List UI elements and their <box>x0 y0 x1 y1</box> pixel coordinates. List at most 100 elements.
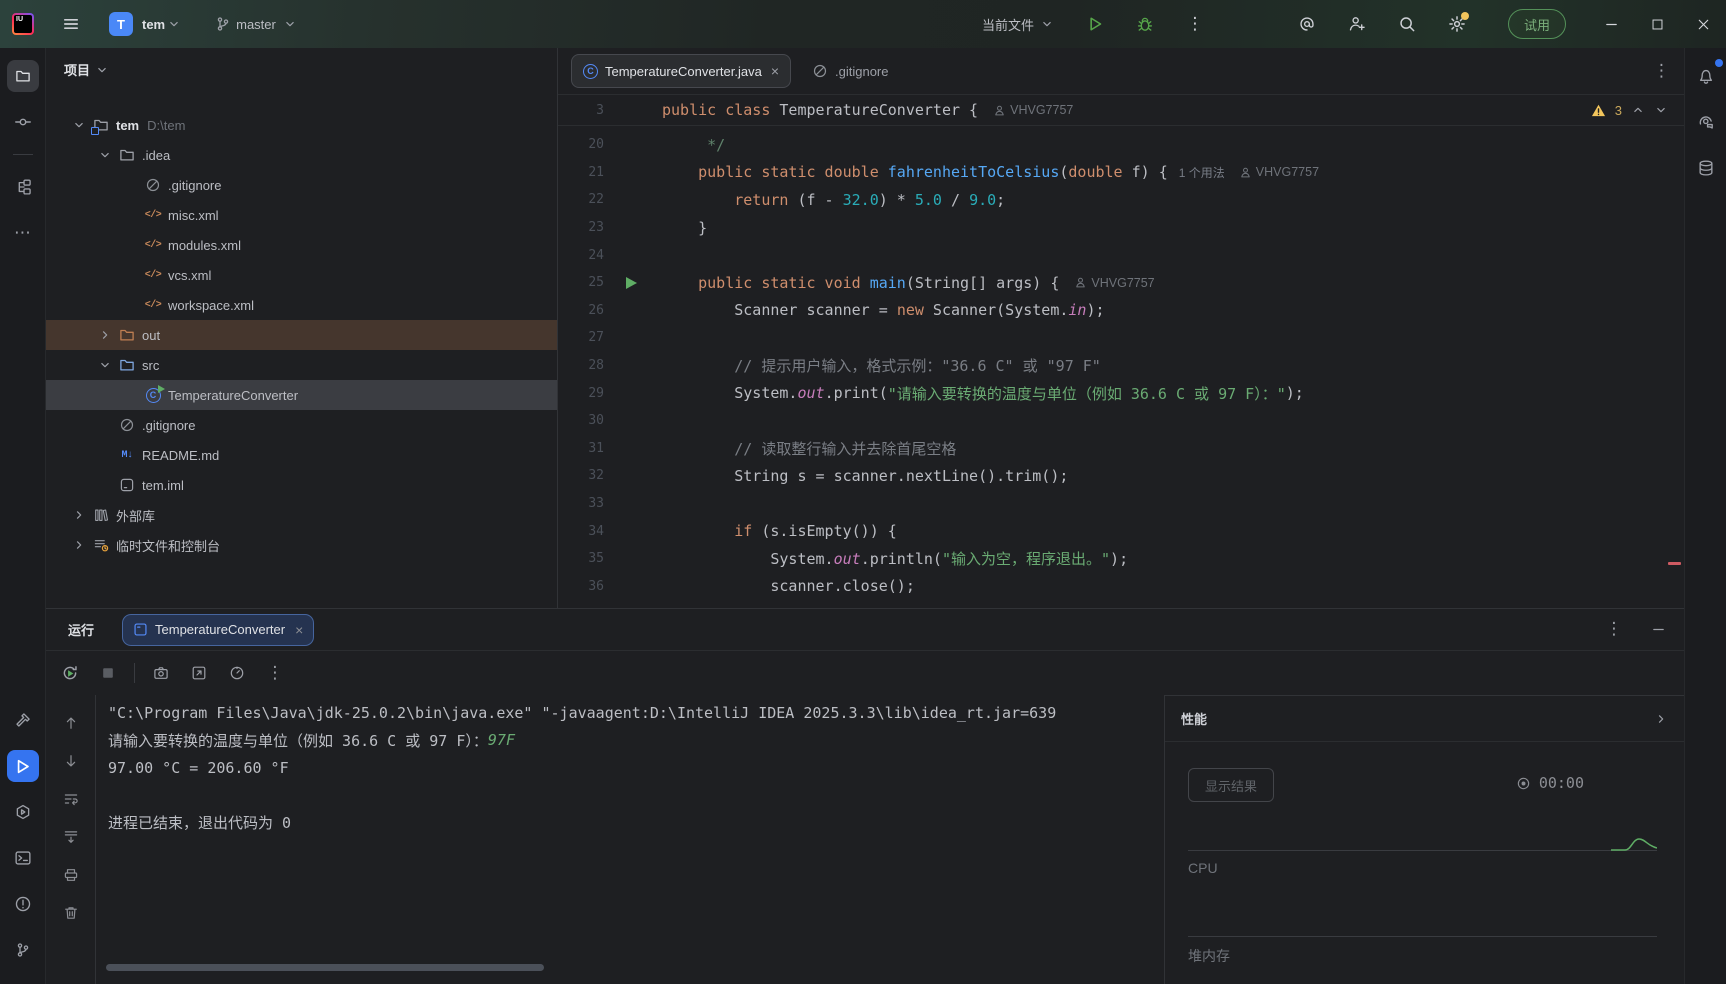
sticky-header-line[interactable]: 3 public class TemperatureConverter { VH… <box>558 95 1684 126</box>
minimize-button[interactable] <box>1596 9 1626 39</box>
line-number[interactable]: 25 <box>558 275 616 290</box>
run-tab-close-icon[interactable]: × <box>295 622 303 638</box>
chevron-down-icon[interactable] <box>94 144 116 166</box>
chevron-down-icon[interactable] <box>94 354 116 376</box>
warning-icon[interactable] <box>1591 103 1606 118</box>
code-line-25[interactable]: 25 public static void main(String[] args… <box>558 269 1684 297</box>
code-line-24[interactable]: 24 <box>558 241 1684 269</box>
show-results-button[interactable]: 显示结果 <box>1188 768 1274 802</box>
tree-item-modules-xml[interactable]: </>modules.xml <box>46 230 557 260</box>
build-tool-button[interactable] <box>7 704 39 736</box>
branch-widget[interactable]: master <box>215 16 297 32</box>
ai-assistant-button[interactable] <box>1294 11 1320 37</box>
more-button[interactable]: ⋮ <box>1602 618 1626 642</box>
code-line-27[interactable]: 27 <box>558 324 1684 352</box>
run-configuration-select[interactable]: 当前文件 <box>982 15 1054 34</box>
line-number[interactable]: 35 <box>558 551 616 566</box>
next-occurrence-button[interactable] <box>59 749 83 773</box>
main-menu-button[interactable] <box>58 11 84 37</box>
author-annotation[interactable]: VHVG7757 <box>1239 165 1319 179</box>
prev-problem-button[interactable] <box>1631 103 1645 117</box>
close-button[interactable] <box>1688 9 1718 39</box>
open-in-editor-button[interactable] <box>187 661 211 685</box>
code-text[interactable]: public static void main(String[] args) {… <box>646 274 1155 292</box>
code-line-26[interactable]: 26 Scanner scanner = new Scanner(System.… <box>558 297 1684 325</box>
performance-panel-header[interactable]: 性能 <box>1165 696 1684 742</box>
author-annotation[interactable]: VHVG7757 <box>1074 276 1154 290</box>
code-text[interactable]: if (s.isEmpty()) { <box>646 522 897 540</box>
tree-item--idea[interactable]: .idea <box>46 140 557 170</box>
project-name[interactable]: tem <box>142 17 165 32</box>
run-console[interactable]: "C:\Program Files\Java\jdk-25.0.2\bin\ja… <box>108 699 1148 974</box>
rerun-button[interactable] <box>58 661 82 685</box>
line-number[interactable]: 27 <box>558 330 616 345</box>
code-line-35[interactable]: 35 System.out.println("输入为空，程序退出。"); <box>558 545 1684 573</box>
code-line-21[interactable]: 21 public static double fahrenheitToCels… <box>558 159 1684 187</box>
more-tools-button[interactable]: ⋯ <box>7 217 39 249</box>
line-number[interactable]: 34 <box>558 524 616 539</box>
hide-button[interactable] <box>1646 618 1670 642</box>
tab-close-icon[interactable]: × <box>771 63 779 79</box>
timer-button[interactable] <box>225 661 249 685</box>
performance-expand-icon[interactable] <box>1654 712 1668 726</box>
code-text[interactable]: */ <box>646 136 725 154</box>
project-avatar[interactable]: T <box>108 11 134 37</box>
tab-temperatureconverter-java[interactable]: C TemperatureConverter.java × <box>571 54 791 88</box>
problems-tool-button[interactable] <box>7 888 39 920</box>
tree-item--[interactable]: 临时文件和控制台 <box>46 530 557 560</box>
code-with-me-button[interactable] <box>1344 11 1370 37</box>
line-number[interactable]: 24 <box>558 248 616 263</box>
code-text[interactable]: System.out.println("输入为空，程序退出。"); <box>646 548 1128 569</box>
code-text[interactable]: String s = scanner.nextLine().trim(); <box>646 467 1068 485</box>
database-button[interactable] <box>1690 152 1722 184</box>
error-stripe-mark[interactable] <box>1668 562 1681 565</box>
code-text[interactable]: return (f - 32.0) * 5.0 / 9.0; <box>646 191 1005 209</box>
print-button[interactable] <box>59 863 83 887</box>
chevron-right-icon[interactable] <box>68 534 90 556</box>
line-number[interactable]: 33 <box>558 496 616 511</box>
tree-item-workspace-xml[interactable]: </>workspace.xml <box>46 290 557 320</box>
run-panel-title[interactable]: 运行 <box>68 620 94 639</box>
code-text[interactable]: } <box>646 219 707 237</box>
project-panel-header[interactable]: 项目 <box>64 60 109 79</box>
usages-inlay-hint[interactable]: 1 个用法 <box>1179 164 1225 181</box>
project-chevron-icon[interactable] <box>167 17 181 31</box>
code-line-31[interactable]: 31 // 读取整行输入并去除首尾空格 <box>558 435 1684 463</box>
line-number[interactable]: 21 <box>558 165 616 180</box>
code-line-28[interactable]: 28 // 提示用户输入，格式示例："36.6 C" 或 "97 F" <box>558 352 1684 380</box>
code-line-34[interactable]: 34 if (s.isEmpty()) { <box>558 517 1684 545</box>
tree-item--gitignore[interactable]: .gitignore <box>46 410 557 440</box>
line-number[interactable]: 30 <box>558 413 616 428</box>
code-text[interactable]: // 读取整行输入并去除首尾空格 <box>646 438 956 459</box>
more-actions-button[interactable]: ⋮ <box>1182 11 1208 37</box>
console-horizontal-scrollbar[interactable] <box>106 964 544 971</box>
tree-item-out[interactable]: out <box>46 320 557 350</box>
tree-item-temperatureconverter[interactable]: CTemperatureConverter <box>46 380 557 410</box>
trial-badge-button[interactable]: 试用 <box>1508 9 1566 39</box>
console-line[interactable]: 97.00 °C = 206.60 °F <box>108 754 1148 782</box>
line-number[interactable]: 26 <box>558 303 616 318</box>
warning-count[interactable]: 3 <box>1615 103 1622 118</box>
prev-occurrence-button[interactable] <box>59 711 83 735</box>
tree-item-src[interactable]: src <box>46 350 557 380</box>
notifications-button[interactable] <box>1690 60 1722 92</box>
chevron-right-icon[interactable] <box>94 324 116 346</box>
tab-gitignore[interactable]: .gitignore <box>801 55 899 87</box>
commit-tool-button[interactable] <box>7 106 39 138</box>
run-line-icon[interactable] <box>616 277 646 289</box>
console-line[interactable] <box>108 782 1148 810</box>
console-line[interactable]: "C:\Program Files\Java\jdk-25.0.2\bin\ja… <box>108 699 1148 727</box>
structure-tool-button[interactable] <box>7 171 39 203</box>
clear-all-button[interactable] <box>59 901 83 925</box>
line-number[interactable]: 28 <box>558 358 616 373</box>
tree-item-vcs-xml[interactable]: </>vcs.xml <box>46 260 557 290</box>
tree-item-misc-xml[interactable]: </>misc.xml <box>46 200 557 230</box>
scroll-to-end-button[interactable] <box>59 825 83 849</box>
line-number[interactable]: 23 <box>558 220 616 235</box>
code-text[interactable]: scanner.close(); <box>646 577 915 595</box>
run-button[interactable] <box>1082 11 1108 37</box>
code-line-30[interactable]: 30 <box>558 407 1684 435</box>
ai-chat-button[interactable] <box>1690 106 1722 138</box>
terminal-tool-button[interactable] <box>7 842 39 874</box>
code-line-36[interactable]: 36 scanner.close(); <box>558 573 1684 601</box>
